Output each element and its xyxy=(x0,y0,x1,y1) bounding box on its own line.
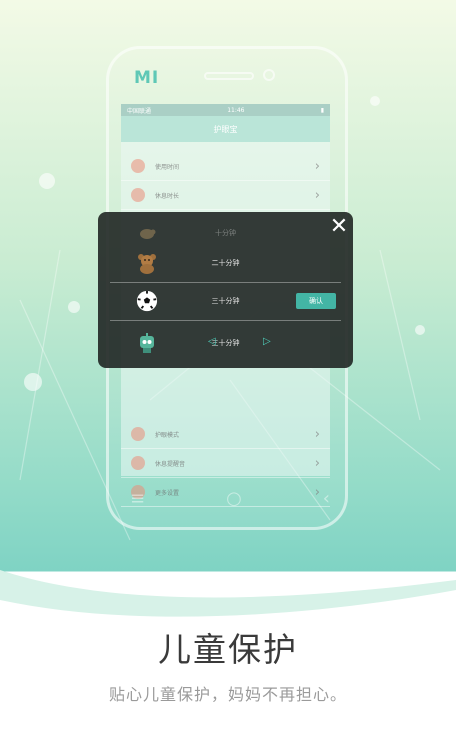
status-bar: 中国联通 11:46 ▮ xyxy=(121,104,330,116)
row-label: 休息提醒音 xyxy=(155,460,186,468)
time-option-selected[interactable]: 三十分钟 确认 xyxy=(98,288,353,314)
time-picker-popup: 十分钟 二十分钟 三十分钟 确认 三十分钟 ◁ ▷ xyxy=(98,212,353,368)
row-label: 护眼模式 xyxy=(155,431,180,439)
headline: 儿童保护 xyxy=(158,630,298,669)
row-icon xyxy=(131,456,145,470)
time-option-label: 二十分钟 xyxy=(211,259,240,267)
chevron-right-icon: › xyxy=(314,158,320,174)
row-label: 使用时间 xyxy=(155,163,180,171)
time-option-label: 三十分钟 xyxy=(211,339,240,347)
row-label: 休息时长 xyxy=(155,192,180,200)
time-option-label: 十分钟 xyxy=(215,229,236,237)
phone-nav-keys: ≡ ○ ‹ xyxy=(130,488,330,509)
settings-row[interactable]: 休息提醒音 › xyxy=(121,449,330,478)
settings-row[interactable]: 使用时间 › xyxy=(121,152,330,181)
chevron-right-icon: › xyxy=(314,455,320,471)
row-icon xyxy=(131,159,145,173)
settings-row[interactable]: 护眼模式 › xyxy=(121,420,330,449)
arrow-right-icon[interactable]: ▷ xyxy=(263,336,271,347)
home-icon: ○ xyxy=(226,488,242,509)
menu-icon: ≡ xyxy=(130,488,146,509)
phone-camera xyxy=(263,69,275,81)
divider xyxy=(110,282,341,283)
time-option[interactable]: 十分钟 xyxy=(98,222,353,244)
chevron-right-icon: › xyxy=(314,426,320,442)
settings-row[interactable]: 休息时长 › xyxy=(121,181,330,210)
time-option[interactable]: 三十分钟 ◁ ▷ xyxy=(98,330,353,356)
row-icon xyxy=(131,427,145,441)
tagline: 贴心儿童保护，妈妈不再担心。 xyxy=(108,685,347,704)
row-icon xyxy=(131,188,145,202)
screen-title: 护眼宝 xyxy=(121,116,330,142)
carrier-label: 中国联通 xyxy=(127,107,152,115)
time-option[interactable]: 二十分钟 xyxy=(98,250,353,276)
battery-icon: ▮ xyxy=(320,106,324,114)
chevron-right-icon: › xyxy=(314,187,320,203)
clock-label: 11:46 xyxy=(227,106,245,114)
confirm-button[interactable]: 确认 xyxy=(296,293,336,309)
phone-logo: MI xyxy=(134,68,160,88)
phone-speaker xyxy=(204,72,254,80)
close-icon[interactable]: ✕ xyxy=(326,214,352,240)
back-icon: ‹ xyxy=(322,488,330,509)
arrow-left-icon[interactable]: ◁ xyxy=(208,336,216,347)
divider xyxy=(110,320,341,321)
